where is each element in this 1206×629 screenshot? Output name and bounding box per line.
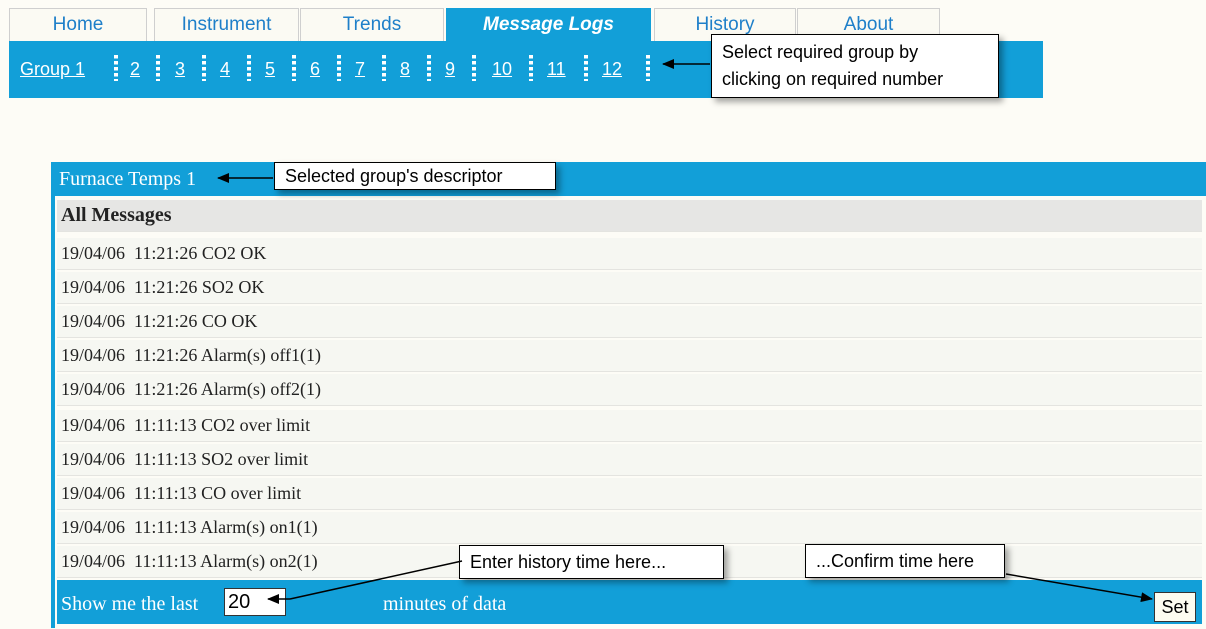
history-time-bar: Show me the last minutes of data Set: [57, 580, 1202, 624]
message-row: 19/04/06 11:21:26 SO2 OK: [57, 272, 1202, 304]
message-row: 19/04/06 11:11:13 Alarm(s) on1(1): [57, 512, 1202, 544]
history-suffix: minutes of data: [383, 593, 507, 615]
message-row: 19/04/06 11:21:26 CO2 OK: [57, 238, 1202, 270]
group-separator: [646, 55, 650, 81]
callout-confirm-time: ...Confirm time here: [805, 544, 1005, 578]
group-link-3[interactable]: 3: [175, 59, 185, 80]
group-separator: [529, 55, 533, 81]
group-link-2[interactable]: 2: [130, 59, 140, 80]
history-prefix: Show me the last: [61, 593, 199, 615]
group-separator: [337, 55, 341, 81]
callout-descriptor: Selected group's descriptor: [274, 162, 556, 190]
callout-select-group: Select required group by clicking on req…: [711, 34, 999, 98]
set-button[interactable]: Set: [1154, 592, 1196, 622]
group-separator: [382, 55, 386, 81]
tab-trends[interactable]: Trends: [300, 8, 444, 41]
group-link-8[interactable]: 8: [400, 59, 410, 80]
group-separator: [427, 55, 431, 81]
group-link-1[interactable]: Group 1: [20, 59, 85, 80]
tab-instrument[interactable]: Instrument: [154, 8, 299, 41]
messages-header: All Messages: [57, 200, 1202, 232]
message-row: 19/04/06 11:21:26 Alarm(s) off2(1): [57, 374, 1202, 406]
group-link-5[interactable]: 5: [265, 59, 275, 80]
group-link-4[interactable]: 4: [220, 59, 230, 80]
group-link-11[interactable]: 11: [547, 59, 566, 80]
group-separator: [472, 55, 476, 81]
callout-select-group-line2: clicking on required number: [722, 69, 944, 89]
minutes-input[interactable]: [224, 588, 286, 616]
message-row: 19/04/06 11:21:26 CO OK: [57, 306, 1202, 338]
group-separator: [114, 55, 118, 81]
message-row: 19/04/06 11:21:26 Alarm(s) off1(1): [57, 340, 1202, 372]
message-row: 19/04/06 11:11:13 CO over limit: [57, 478, 1202, 510]
group-separator: [292, 55, 296, 81]
tab-home[interactable]: Home: [9, 8, 147, 41]
panel-left-border: [51, 162, 55, 628]
callout-select-group-line1: Select required group by: [722, 42, 919, 62]
group-link-10[interactable]: 10: [492, 59, 512, 80]
group-link-6[interactable]: 6: [310, 59, 320, 80]
group-separator: [156, 55, 160, 81]
tab-message-logs[interactable]: Message Logs: [446, 8, 651, 42]
group-link-7[interactable]: 7: [355, 59, 365, 80]
group-link-9[interactable]: 9: [445, 59, 455, 80]
group-descriptor: Furnace Temps 1: [59, 168, 197, 190]
group-link-12[interactable]: 12: [602, 59, 622, 80]
group-separator: [584, 55, 588, 81]
message-row: 19/04/06 11:11:13 CO2 over limit: [57, 410, 1202, 442]
group-separator: [202, 55, 206, 81]
message-row: 19/04/06 11:11:13 SO2 over limit: [57, 444, 1202, 476]
group-separator: [247, 55, 251, 81]
group-descriptor-bar: Furnace Temps 1: [51, 162, 1206, 196]
callout-history-time: Enter history time here...: [459, 545, 724, 579]
